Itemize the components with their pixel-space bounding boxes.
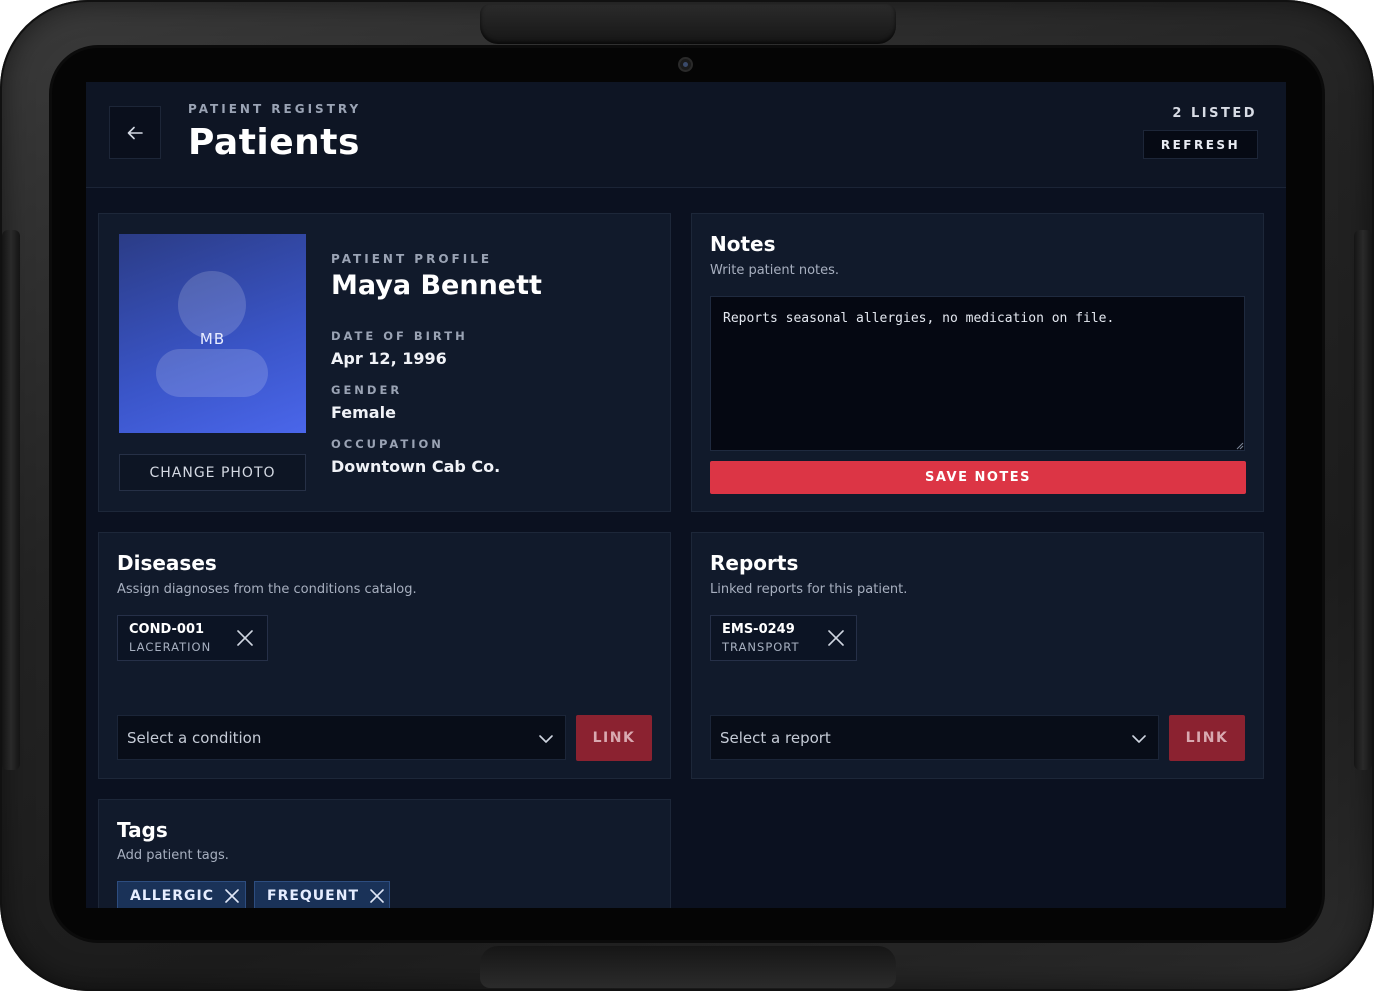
diseases-title: Diseases xyxy=(117,551,217,575)
remove-report-close-icon[interactable] xyxy=(827,629,845,647)
chip-label: LACERATION xyxy=(129,640,212,654)
link-report-button[interactable]: LINK xyxy=(1169,715,1245,761)
tablet-bumper-bottom xyxy=(480,946,896,988)
reports-title: Reports xyxy=(710,551,799,575)
profile-eyebrow: PATIENT PROFILE xyxy=(331,252,493,266)
dob-label: DATE OF BIRTH xyxy=(331,329,468,343)
camera-icon xyxy=(678,57,693,72)
gender-value: Female xyxy=(331,403,396,422)
gender-label: GENDER xyxy=(331,383,403,397)
page-title: Patients xyxy=(188,122,360,163)
patient-photo: MB xyxy=(119,234,306,433)
tablet-bumper-right xyxy=(1354,230,1372,770)
condition-select[interactable]: Select a condition xyxy=(117,715,566,760)
page-eyebrow: PATIENT REGISTRY xyxy=(188,102,362,116)
avatar-initials: MB xyxy=(199,330,226,348)
condition-select-value: Select a condition xyxy=(127,729,262,747)
notes-card: Notes Write patient notes. Reports seaso… xyxy=(691,213,1264,512)
remove-tag-close-icon[interactable] xyxy=(369,888,385,904)
reports-subtitle: Linked reports for this patient. xyxy=(710,582,908,597)
diseases-subtitle: Assign diagnoses from the conditions cat… xyxy=(117,582,417,597)
tags-title: Tags xyxy=(117,818,168,842)
remove-tag-close-icon[interactable] xyxy=(224,888,240,904)
chevron-down-icon xyxy=(539,735,553,743)
change-photo-button[interactable]: CHANGE PHOTO xyxy=(119,454,306,491)
notes-subtitle: Write patient notes. xyxy=(710,263,840,278)
tags-subtitle: Add patient tags. xyxy=(117,848,229,863)
condition-chip: COND-001 LACERATION xyxy=(117,615,268,661)
notes-textarea[interactable]: Reports seasonal allergies, no medicatio… xyxy=(710,296,1245,451)
chip-code: COND-001 xyxy=(129,622,205,637)
chip-label: TRANSPORT xyxy=(722,640,800,654)
tag-label: ALLERGIC xyxy=(130,888,214,904)
tag-label: FREQUENT xyxy=(267,888,360,904)
profile-card: MB CHANGE PHOTO PATIENT PROFILE Maya Ben… xyxy=(98,213,671,512)
dob-value: Apr 12, 1996 xyxy=(331,349,447,368)
resize-grip-icon[interactable] xyxy=(1236,442,1244,450)
remove-condition-close-icon[interactable] xyxy=(236,629,254,647)
tablet-bumper-left xyxy=(2,230,20,770)
occupation-value: Downtown Cab Co. xyxy=(331,457,501,476)
arrow-left-icon xyxy=(127,126,143,139)
link-condition-button[interactable]: LINK xyxy=(576,715,652,761)
page-header: PATIENT REGISTRY Patients 2 LISTED REFRE… xyxy=(86,82,1286,188)
tags-card: Tags Add patient tags. ALLERGIC FREQUENT xyxy=(98,799,671,908)
refresh-button[interactable]: REFRESH xyxy=(1143,130,1258,159)
avatar-head-shape xyxy=(178,271,246,339)
back-button[interactable] xyxy=(109,106,161,159)
listed-count: 2 LISTED xyxy=(1172,106,1257,121)
occupation-label: OCCUPATION xyxy=(331,437,444,451)
diseases-card: Diseases Assign diagnoses from the condi… xyxy=(98,532,671,779)
report-select[interactable]: Select a report xyxy=(710,715,1159,760)
chevron-down-icon xyxy=(1132,735,1146,743)
save-notes-button[interactable]: SAVE NOTES xyxy=(710,461,1246,494)
notes-title: Notes xyxy=(710,232,776,256)
tag-allergic: ALLERGIC xyxy=(117,881,246,908)
reports-card: Reports Linked reports for this patient.… xyxy=(691,532,1264,779)
tag-frequent: FREQUENT xyxy=(254,881,390,908)
report-select-value: Select a report xyxy=(720,729,831,747)
avatar-body-shape xyxy=(156,349,268,397)
patient-name: Maya Bennett xyxy=(331,270,542,301)
tablet-bumper-top xyxy=(480,4,896,44)
report-chip: EMS-0249 TRANSPORT xyxy=(710,615,857,661)
app-screen: PATIENT REGISTRY Patients 2 LISTED REFRE… xyxy=(86,82,1286,908)
chip-code: EMS-0249 xyxy=(722,622,795,637)
